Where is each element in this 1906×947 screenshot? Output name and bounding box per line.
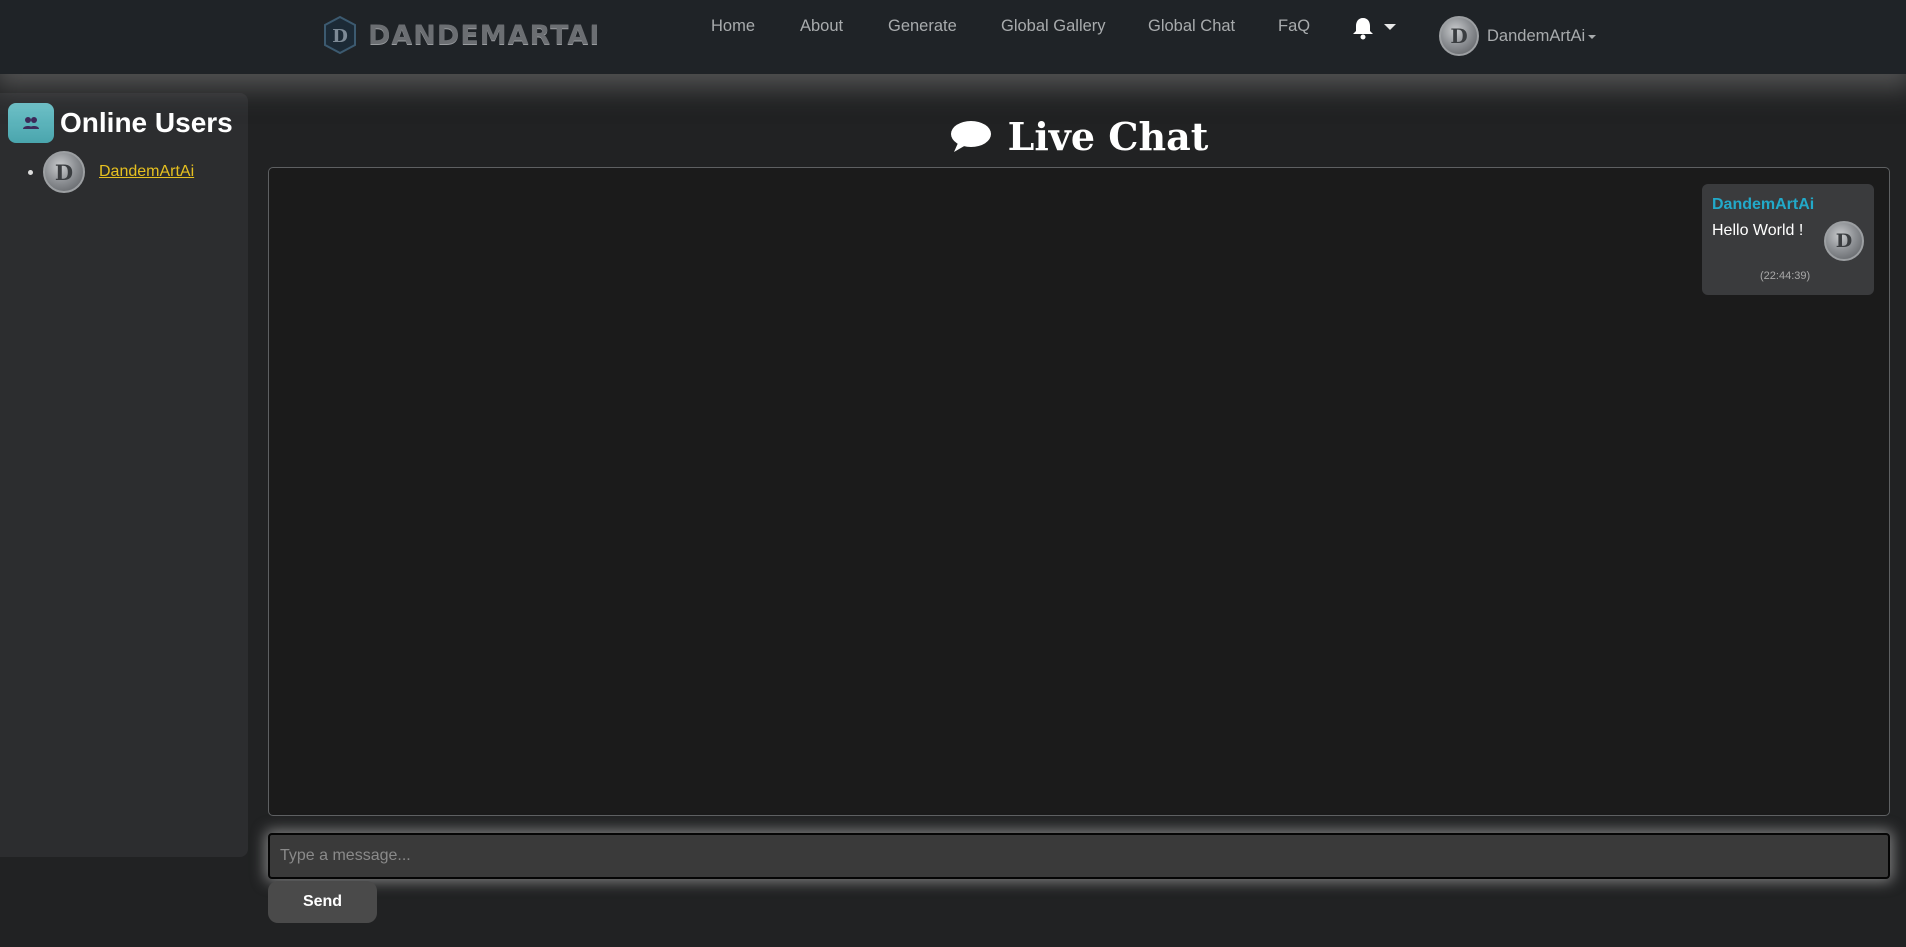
nav-faq[interactable]: FaQ	[1278, 17, 1310, 36]
list-item: D DandemArtAi	[28, 151, 194, 193]
nav-generate[interactable]: Generate	[888, 17, 957, 36]
top-navbar: D DANDEMARTAI Home About Generate Global…	[0, 0, 1906, 74]
chat-messages-area[interactable]: DandemArtAi Hello World ! D (22:44:39)	[268, 167, 1890, 816]
sidebar-title: Online Users	[60, 107, 233, 138]
speech-bubble-icon	[950, 121, 991, 152]
send-button[interactable]: Send	[268, 881, 377, 923]
svg-text:D: D	[332, 26, 348, 47]
user-menu[interactable]: D DandemArtAi	[1439, 16, 1597, 56]
user-avatar: D	[1439, 16, 1479, 56]
brand-name: DANDEMARTAI	[368, 19, 601, 51]
bell-icon[interactable]	[1350, 16, 1376, 40]
brand-logo-icon: D	[324, 15, 356, 55]
message-input[interactable]	[268, 833, 1890, 879]
online-users-sidebar: Online Users D DandemArtAi	[0, 93, 248, 857]
nav-global-chat[interactable]: Global Chat	[1148, 17, 1235, 36]
message-text: Hello World !	[1712, 222, 1804, 239]
online-user-avatar: D	[43, 151, 85, 193]
nav-home[interactable]: Home	[711, 17, 755, 36]
nav-global-gallery[interactable]: Global Gallery	[1001, 17, 1106, 36]
bullet-icon	[28, 169, 33, 175]
message-avatar: D	[1824, 221, 1864, 261]
sidebar-header: Online Users	[8, 103, 233, 143]
online-users-list: D DandemArtAi	[28, 151, 194, 193]
users-icon	[8, 103, 54, 143]
message-username[interactable]: DandemArtAi	[1712, 196, 1814, 214]
notifications-dropdown-caret-icon[interactable]	[1384, 24, 1396, 30]
user-name: DandemArtAi	[1487, 26, 1586, 45]
nav-about[interactable]: About	[800, 17, 843, 36]
brand[interactable]: D DANDEMARTAI	[322, 15, 600, 55]
user-menu-caret-icon	[1588, 35, 1597, 39]
chat-title-text: Live Chat	[1007, 113, 1209, 159]
page-title: Live Chat	[268, 108, 1890, 164]
message-timestamp: (22:44:39)	[1760, 270, 1811, 282]
chat-message: DandemArtAi Hello World ! D (22:44:39)	[1702, 184, 1874, 295]
online-user-link[interactable]: DandemArtAi	[99, 163, 194, 181]
